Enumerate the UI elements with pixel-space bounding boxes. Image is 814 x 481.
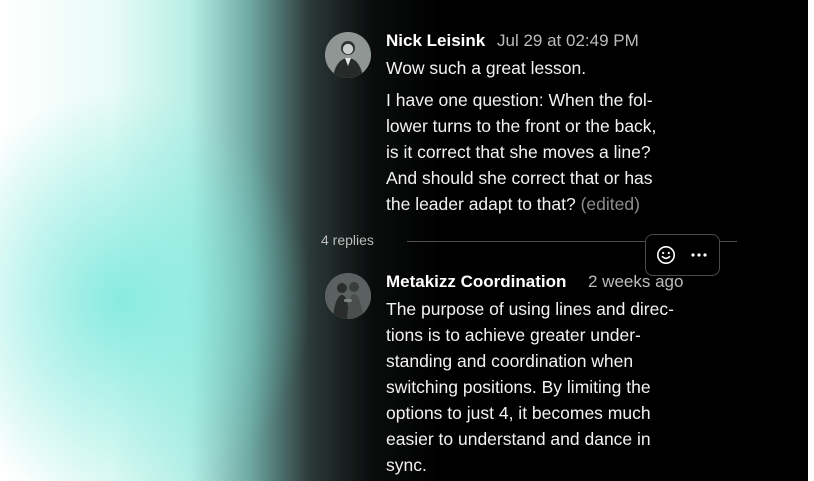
reply-line: standing and coordination when xyxy=(386,351,634,371)
more-options-button[interactable] xyxy=(687,243,711,267)
comment-line: is it correct that she moves a line? xyxy=(386,142,651,162)
edited-label: (edited) xyxy=(580,194,640,214)
person-avatar-icon xyxy=(325,32,371,78)
metakizz-coordination-avatar[interactable] xyxy=(325,273,371,319)
smiley-icon xyxy=(657,246,675,264)
comment-line: the leader adapt to that? (edited) xyxy=(386,191,716,217)
add-reaction-button[interactable] xyxy=(654,243,678,267)
page-edge xyxy=(808,0,814,481)
reply-line: tions is to achieve greater under- xyxy=(386,325,641,345)
comment-line: lower turns to the front or the back, xyxy=(386,116,657,136)
reply-author[interactable]: Metakizz Coordination xyxy=(386,272,566,292)
reply-line: switching positions. By limiting the xyxy=(386,377,651,397)
reply-line: sync. xyxy=(386,455,427,475)
comment-thread-panel: Nick Leisink Jul 29 at 02:49 PM Wow such… xyxy=(0,0,808,481)
comment-line-text: the leader adapt to that? xyxy=(386,194,576,214)
comment-timestamp: Jul 29 at 02:49 PM xyxy=(497,31,639,50)
comment-author[interactable]: Nick Leisink xyxy=(386,31,485,51)
nick-leisink-avatar[interactable] xyxy=(325,32,371,78)
couple-avatar-icon xyxy=(325,273,371,319)
reply-line: easier to understand and dance in xyxy=(386,429,651,449)
comment-line: And should she correct that or has xyxy=(386,168,653,188)
reply-line: options to just 4, it becomes much xyxy=(386,403,651,423)
message-action-bar xyxy=(645,234,720,276)
comment-line: Wow such a great lesson. xyxy=(386,58,587,78)
comment-body-paragraph-2: I have one question: When the fol- lower… xyxy=(386,87,716,217)
comment-line: I have one question: When the fol- xyxy=(386,90,653,110)
reply-line: The purpose of using lines and direc- xyxy=(386,299,674,319)
comment-body: Wow such a great lesson. xyxy=(386,55,716,81)
reply-body: The purpose of using lines and direc- ti… xyxy=(386,296,716,478)
replies-count-toggle[interactable]: 4 replies xyxy=(321,232,374,248)
more-horizontal-icon xyxy=(691,253,707,257)
